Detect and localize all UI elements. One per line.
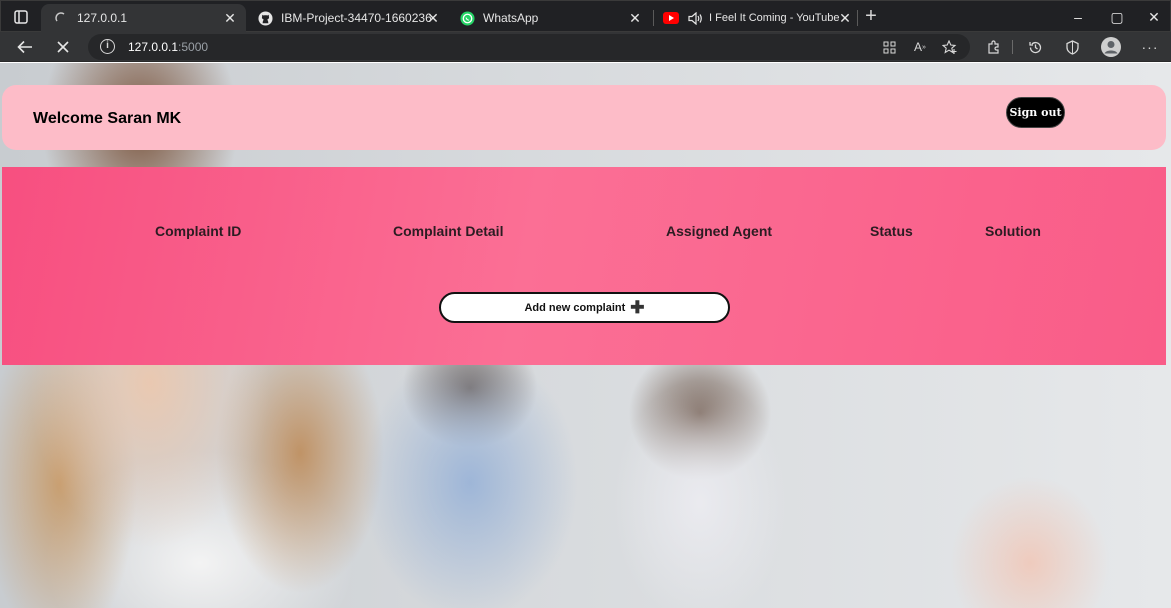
tab-youtube[interactable]: I Feel It Coming - YouTube ✕ <box>657 4 857 32</box>
complaints-panel: Complaint ID Complaint Detail Assigned A… <box>2 167 1166 365</box>
column-header-complaint-detail: Complaint Detail <box>393 223 504 239</box>
more-options-icon[interactable]: ··· <box>1140 37 1160 57</box>
history-icon[interactable] <box>1025 37 1045 57</box>
plus-icon: ✚ <box>630 297 645 317</box>
toolbar-separator <box>1012 40 1013 54</box>
tab-github[interactable]: IBM-Project-34470-1660236275 ✕ <box>251 4 449 32</box>
back-arrow-icon[interactable] <box>10 32 40 62</box>
new-tab-icon[interactable]: + <box>861 5 881 27</box>
tab-whatsapp[interactable]: WhatsApp ✕ <box>453 4 651 32</box>
tab-separator <box>857 10 858 26</box>
tab-title: 127.0.0.1 <box>77 11 128 25</box>
youtube-icon <box>663 10 679 26</box>
browser-essentials-icon[interactable] <box>1062 37 1082 57</box>
restore-icon[interactable]: ▢ <box>1098 1 1136 33</box>
column-header-solution: Solution <box>985 223 1041 239</box>
browser-tab-bar: 127.0.0.1 ✕ IBM-Project-34470-1660236275… <box>0 0 1171 32</box>
loading-spinner-icon <box>53 10 69 26</box>
read-aloud-icon[interactable]: A» <box>910 37 930 57</box>
page-background: Welcome Saran MK Sign out Complaint ID C… <box>0 63 1171 608</box>
profile-avatar-icon[interactable] <box>1100 36 1122 58</box>
speaker-icon[interactable] <box>687 10 703 26</box>
github-icon <box>257 10 273 26</box>
column-header-status: Status <box>870 223 913 239</box>
url-text[interactable]: 127.0.0.1:5000 <box>128 40 208 54</box>
column-header-assigned-agent: Assigned Agent <box>666 223 773 239</box>
add-new-complaint-button[interactable]: Add new complaint ✚ <box>439 292 730 323</box>
tab-separator <box>653 10 654 26</box>
tab-title: I Feel It Coming - YouTube <box>709 12 840 24</box>
tab-title: IBM-Project-34470-1660236275 <box>281 11 431 25</box>
column-header-complaint-id: Complaint ID <box>155 223 242 239</box>
browser-toolbar: i 127.0.0.1:5000 A» ··· <box>0 32 1171 62</box>
window-close-icon[interactable]: ✕ <box>1135 1 1171 33</box>
stop-loading-icon[interactable] <box>48 32 78 62</box>
favorite-star-icon[interactable] <box>940 37 960 57</box>
apps-grid-icon[interactable] <box>879 37 899 57</box>
tab-actions-icon[interactable] <box>11 7 31 27</box>
tab-localhost[interactable]: 127.0.0.1 ✕ <box>41 4 246 32</box>
welcome-header: Welcome Saran MK Sign out <box>2 85 1166 150</box>
url-port: :5000 <box>178 40 209 54</box>
welcome-text: Welcome Saran MK <box>33 110 182 127</box>
add-complaint-label: Add new complaint <box>524 301 626 314</box>
tab-close-icon[interactable]: ✕ <box>425 10 441 26</box>
tab-close-icon[interactable]: ✕ <box>222 10 238 26</box>
address-bar[interactable]: i 127.0.0.1:5000 A» <box>88 34 970 60</box>
tab-close-icon[interactable]: ✕ <box>627 10 643 26</box>
site-info-icon[interactable]: i <box>100 39 115 54</box>
sign-out-button[interactable]: Sign out <box>1006 97 1065 128</box>
url-host: 127.0.0.1 <box>128 40 179 54</box>
tab-title: WhatsApp <box>483 11 539 25</box>
minimize-icon[interactable]: – <box>1059 1 1097 33</box>
whatsapp-icon <box>459 10 475 26</box>
extensions-puzzle-icon[interactable] <box>983 37 1003 57</box>
tab-close-icon[interactable]: ✕ <box>837 10 853 26</box>
